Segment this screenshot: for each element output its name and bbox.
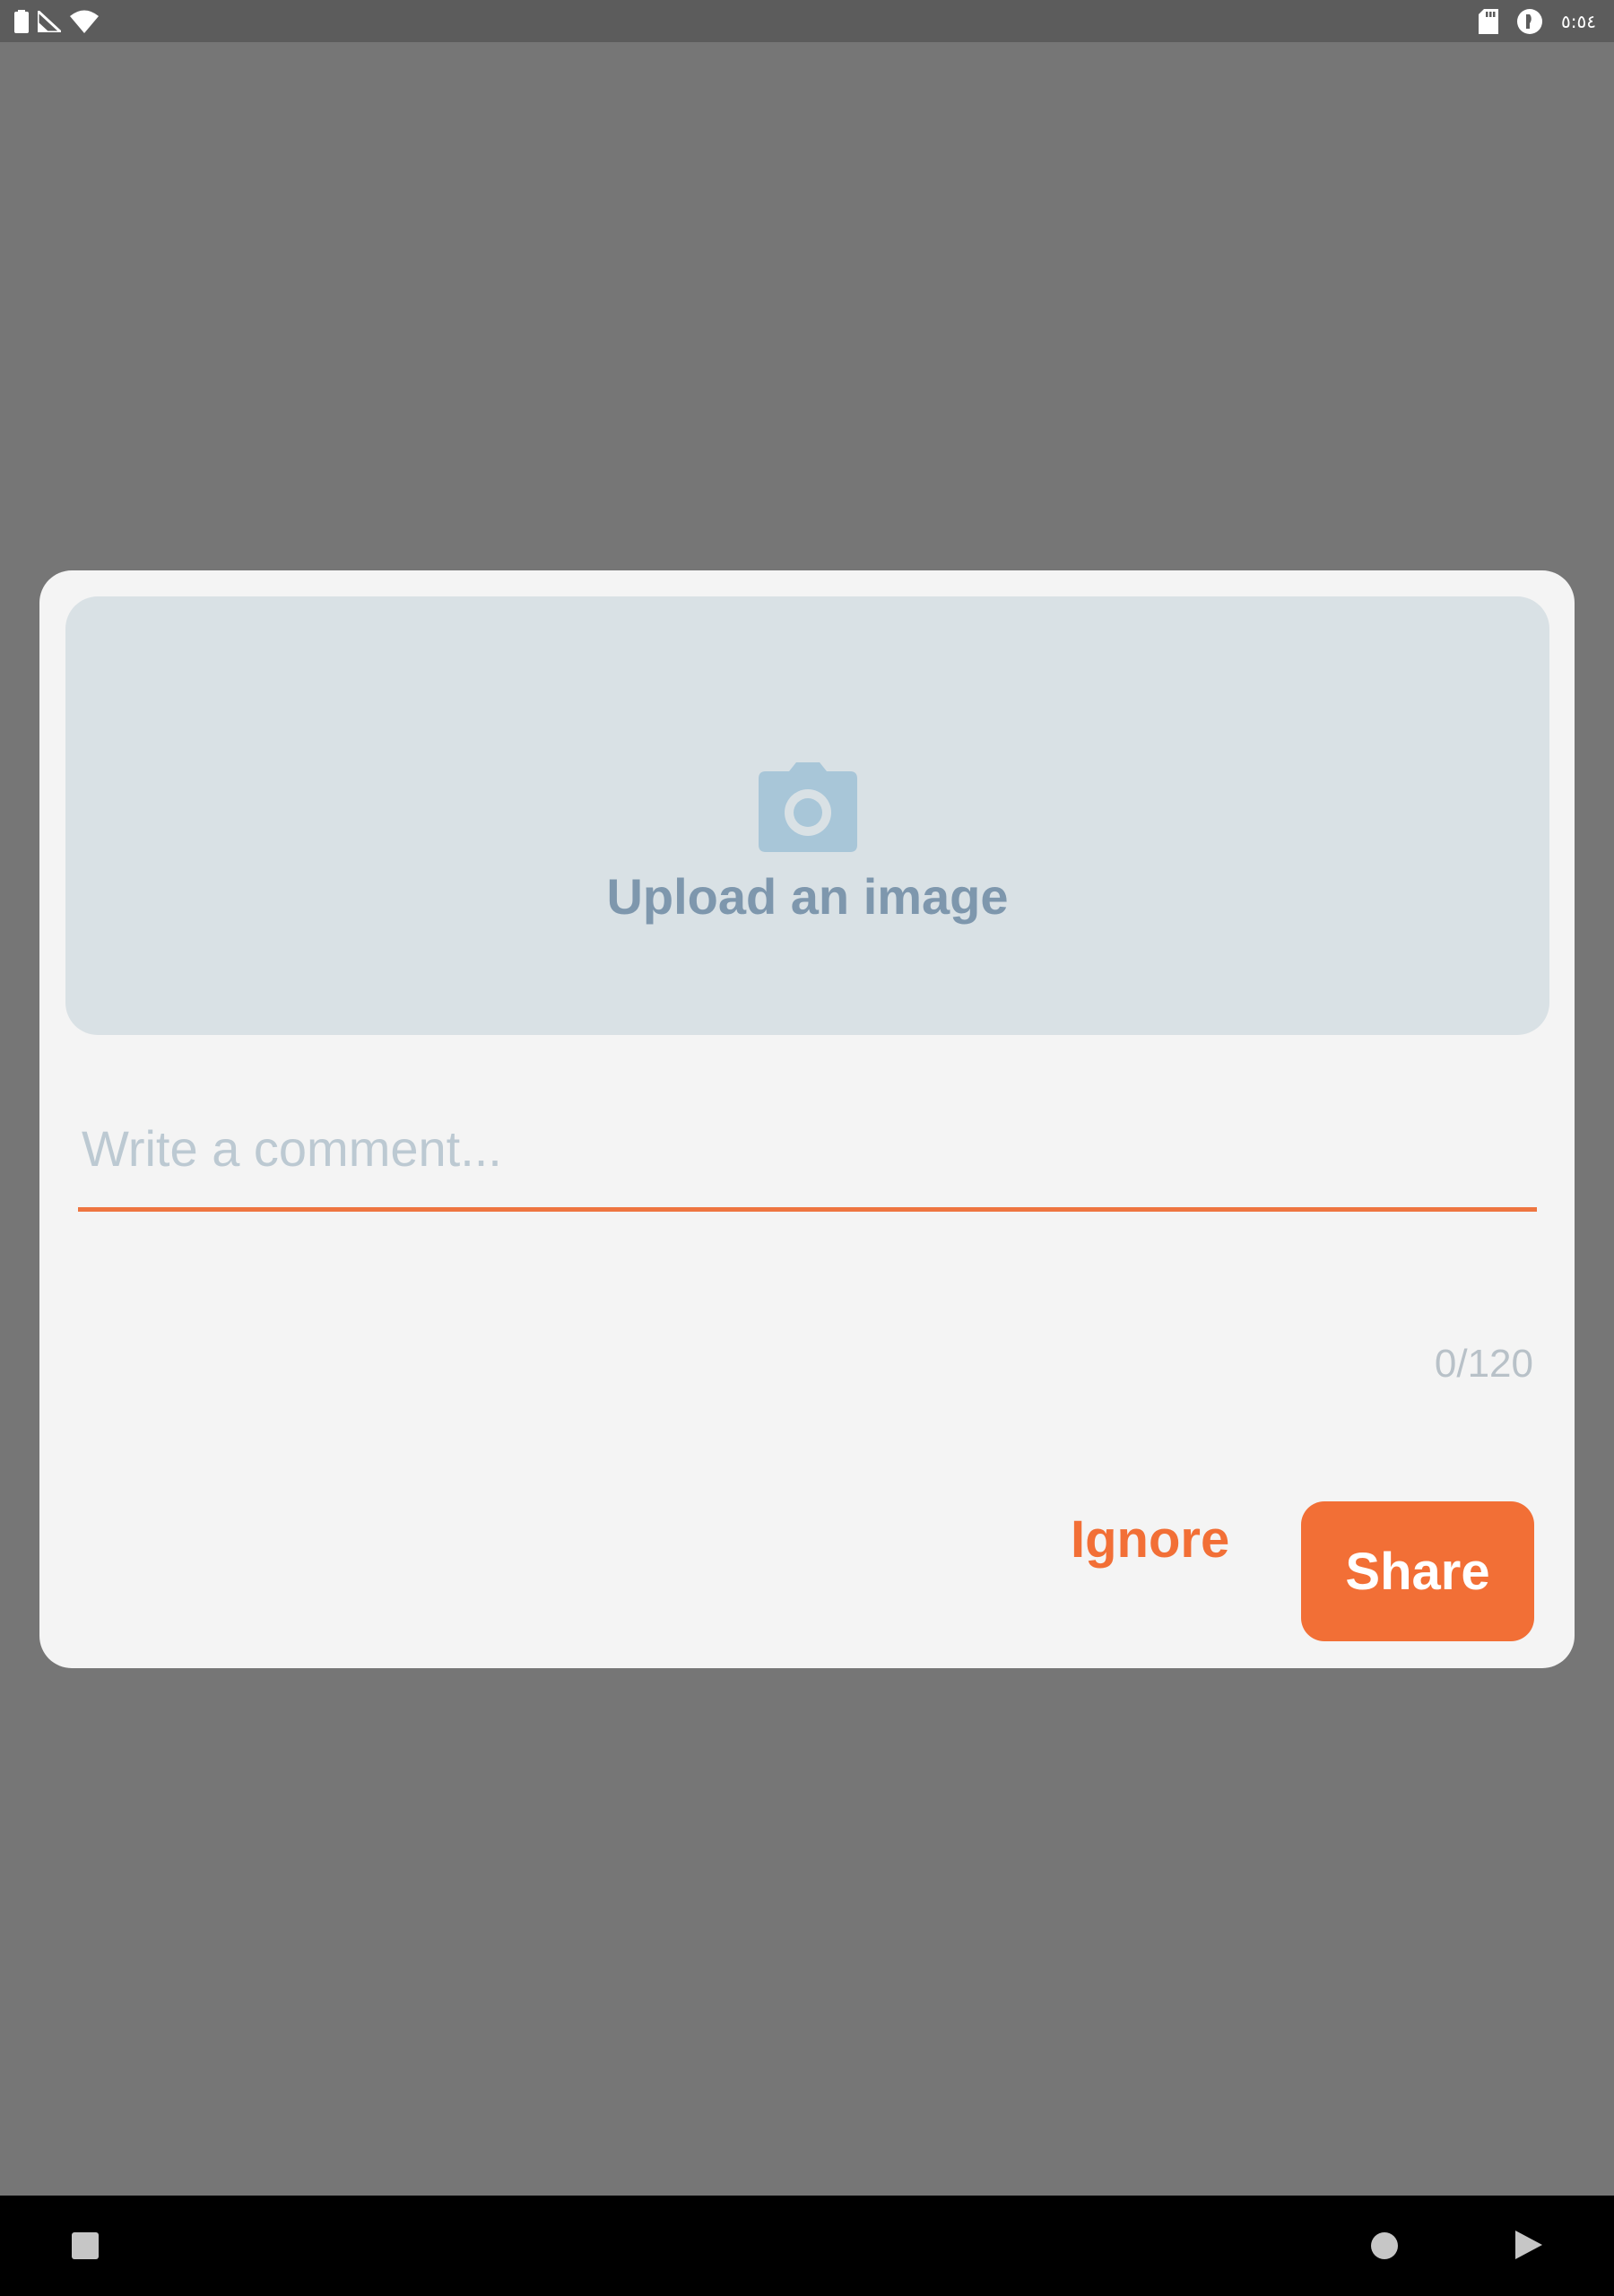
signal-icon xyxy=(38,11,61,32)
data-saver-icon xyxy=(1517,9,1543,34)
share-dialog: Upload an image 0/120 Ignore Share xyxy=(39,570,1575,1668)
status-right-icons: ٥:٥٤ xyxy=(1479,7,1596,36)
back-icon[interactable] xyxy=(1515,2231,1542,2259)
navigation-bar xyxy=(0,2196,1614,2296)
ignore-button[interactable]: Ignore xyxy=(1071,1503,1229,1575)
comment-input[interactable] xyxy=(78,1100,1537,1212)
home-icon[interactable] xyxy=(1371,2232,1398,2259)
upload-label: Upload an image xyxy=(606,868,1009,925)
status-time: ٥:٥٤ xyxy=(1561,11,1596,32)
character-counter: 0/120 xyxy=(1434,1342,1533,1386)
upload-image-area[interactable]: Upload an image xyxy=(65,596,1549,1035)
battery-icon xyxy=(14,10,29,33)
status-bar: ٥:٥٤ xyxy=(0,0,1614,42)
screen: ٥:٥٤ Upload an image 0/120 Ignore Share xyxy=(0,0,1614,2296)
recents-icon[interactable] xyxy=(72,2232,99,2259)
status-left-icons xyxy=(14,7,99,36)
share-button[interactable]: Share xyxy=(1301,1501,1534,1641)
sd-card-icon xyxy=(1479,9,1499,34)
camera-icon xyxy=(758,762,857,852)
wifi-icon xyxy=(70,10,99,33)
